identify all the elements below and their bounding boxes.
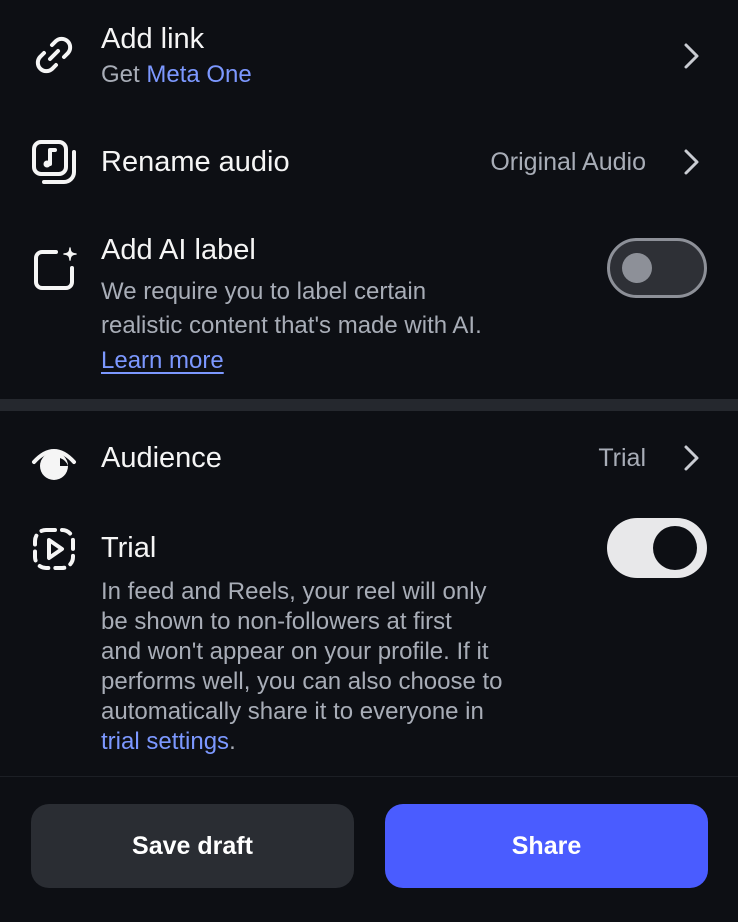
rename-audio-row[interactable]: Rename audio Original Audio xyxy=(0,120,738,204)
trial-desc-line-4: performs well, you can also choose to xyxy=(101,668,503,695)
trial-row: Trial In feed and Reels, your reel will … xyxy=(0,510,738,770)
eye-icon xyxy=(30,436,78,484)
add-link-title: Add link xyxy=(101,23,205,55)
add-link-row[interactable]: Add link Get Meta One xyxy=(0,0,738,110)
audio-note-icon xyxy=(30,138,78,186)
audience-value: Trial xyxy=(598,444,646,472)
trial-desc-line-1: In feed and Reels, your reel will only xyxy=(101,578,487,605)
toggle-knob xyxy=(622,253,652,283)
learn-more-link[interactable]: Learn more xyxy=(101,346,224,376)
ai-label-desc-line-1: We require you to label certain xyxy=(101,278,427,305)
dashed-play-icon xyxy=(30,525,78,573)
sparkle-square-icon xyxy=(30,244,78,292)
chevron-right-icon xyxy=(680,40,704,72)
ai-label-desc-line-2: realistic content that's made with AI. xyxy=(101,312,482,339)
share-button[interactable]: Share xyxy=(385,804,708,888)
section-divider xyxy=(0,399,738,411)
trial-settings-link[interactable]: trial settings xyxy=(101,728,229,755)
rename-audio-value: Original Audio xyxy=(490,148,646,176)
ai-label-title: Add AI label xyxy=(101,234,256,266)
ai-label-row: Add AI label We require you to label cer… xyxy=(0,220,738,390)
trial-desc-line-3: and won't appear on your profile. If it xyxy=(101,638,489,665)
save-draft-button[interactable]: Save draft xyxy=(31,804,354,888)
ai-label-toggle[interactable] xyxy=(607,238,707,298)
trial-desc-line-5: automatically share it to everyone in xyxy=(101,698,484,725)
share-settings-screen: Add link Get Meta One Rename audio Origi… xyxy=(0,0,738,922)
chevron-right-icon xyxy=(680,146,704,178)
trial-desc-line-2: be shown to non-followers at first xyxy=(101,608,452,635)
trial-desc-line-6: trial settings. xyxy=(101,728,236,755)
meta-one-link[interactable]: Meta One xyxy=(146,61,251,88)
trial-toggle[interactable] xyxy=(607,518,707,578)
add-link-subtitle: Get Meta One xyxy=(101,61,252,88)
chevron-right-icon xyxy=(680,442,704,474)
toggle-knob xyxy=(653,526,697,570)
footer-divider xyxy=(0,776,738,777)
audience-row[interactable]: Audience Trial xyxy=(0,420,738,500)
link-icon xyxy=(30,31,78,79)
rename-audio-title: Rename audio xyxy=(101,146,290,178)
audience-title: Audience xyxy=(101,442,222,474)
trial-title: Trial xyxy=(101,532,157,564)
